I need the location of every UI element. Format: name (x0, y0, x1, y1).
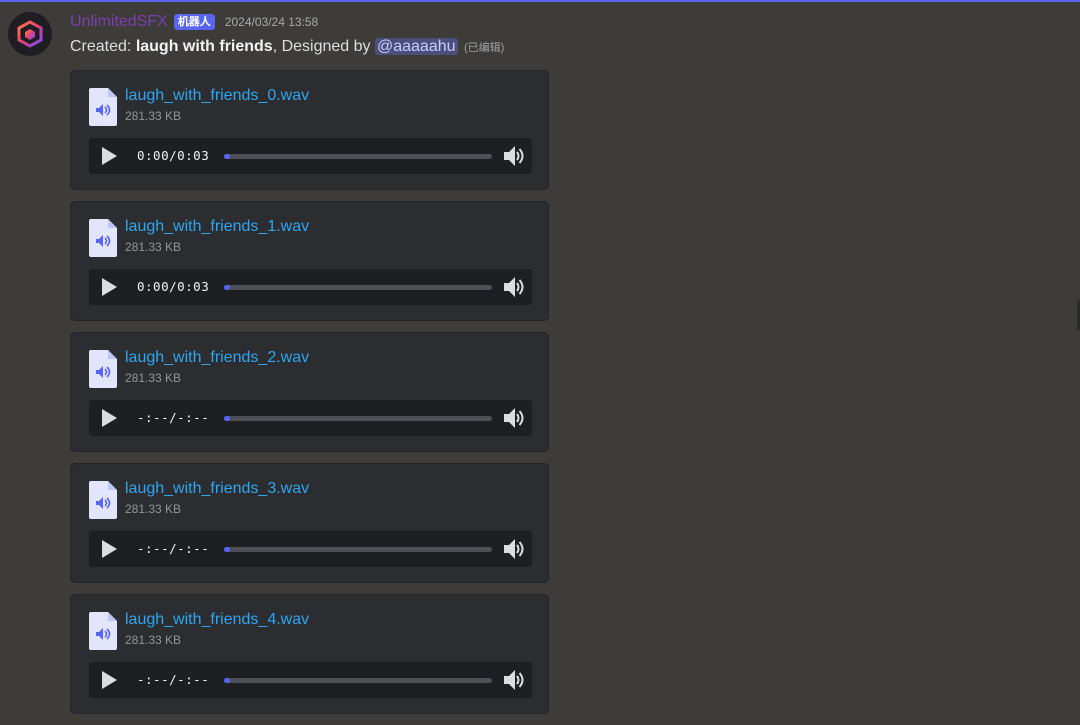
file-size: 281.33 KB (125, 240, 182, 254)
audio-player: -:--/-:-- (89, 662, 532, 698)
play-icon[interactable] (99, 277, 119, 297)
timestamp: 2024/03/24 13:58 (224, 15, 319, 29)
audio-attachment: laugh_with_friends_3.wav 281.33 KB -:--/… (70, 463, 549, 583)
progress-bar[interactable] (224, 678, 492, 683)
volume-icon[interactable] (502, 669, 526, 691)
audio-file-icon (89, 612, 117, 650)
file-size: 281.33 KB (125, 633, 182, 647)
volume-icon[interactable] (502, 276, 526, 298)
username[interactable]: UnlimitedSFX (70, 13, 168, 31)
audio-player: 0:00/0:03 (89, 138, 532, 174)
audio-attachment: laugh_with_friends_2.wav 281.33 KB -:--/… (70, 332, 549, 452)
content-mid: , Designed by (272, 38, 375, 55)
volume-icon[interactable] (502, 407, 526, 429)
file-size: 281.33 KB (125, 371, 182, 385)
playback-time: -:--/-:-- (137, 541, 210, 556)
audio-player: 0:00/0:03 (89, 269, 532, 305)
progress-fill (224, 285, 230, 290)
progress-bar[interactable] (224, 416, 492, 421)
bot-badge: 机器人 (173, 14, 215, 30)
volume-icon[interactable] (502, 538, 526, 560)
progress-fill (224, 678, 230, 683)
file-name-link[interactable]: laugh_with_friends_2.wav (125, 349, 309, 367)
progress-fill (224, 154, 230, 159)
progress-fill (224, 547, 230, 552)
progress-bar[interactable] (224, 154, 492, 159)
audio-player: -:--/-:-- (89, 400, 532, 436)
play-icon[interactable] (99, 670, 119, 690)
content-bold: laugh with friends (135, 38, 273, 55)
progress-bar[interactable] (224, 547, 492, 552)
edited-label: (已编辑) (463, 42, 505, 54)
user-mention[interactable]: @aaaaahu (374, 38, 458, 55)
progress-bar[interactable] (224, 285, 492, 290)
cube-logo-icon (17, 20, 43, 48)
play-icon[interactable] (99, 408, 119, 428)
file-name-link[interactable]: laugh_with_friends_1.wav (125, 218, 309, 236)
file-size: 281.33 KB (125, 502, 182, 516)
audio-player: -:--/-:-- (89, 531, 532, 567)
file-name-link[interactable]: laugh_with_friends_0.wav (125, 87, 309, 105)
audio-attachment: laugh_with_friends_4.wav 281.33 KB -:--/… (70, 594, 549, 714)
audio-file-icon (89, 219, 117, 257)
audio-attachment: laugh_with_friends_0.wav 281.33 KB 0:00/… (70, 70, 549, 190)
playback-time: 0:00/0:03 (137, 279, 210, 294)
play-icon[interactable] (99, 539, 119, 559)
file-name-link[interactable]: laugh_with_friends_4.wav (125, 611, 309, 629)
playback-time: -:--/-:-- (137, 672, 210, 687)
volume-icon[interactable] (502, 145, 526, 167)
file-size: 281.33 KB (125, 109, 182, 123)
content-prefix: Created: (70, 38, 136, 55)
progress-fill (224, 416, 230, 421)
audio-file-icon (89, 88, 117, 126)
playback-time: -:--/-:-- (137, 410, 210, 425)
avatar[interactable] (8, 12, 52, 56)
file-name-link[interactable]: laugh_with_friends_3.wav (125, 480, 309, 498)
audio-attachment: laugh_with_friends_1.wav 281.33 KB 0:00/… (70, 201, 549, 321)
play-icon[interactable] (99, 146, 119, 166)
audio-file-icon (89, 481, 117, 519)
message-content: Created: laugh with friends, Designed by… (70, 36, 504, 59)
attachment-list: laugh_with_friends_0.wav 281.33 KB 0:00/… (70, 70, 551, 725)
playback-time: 0:00/0:03 (137, 148, 210, 163)
previous-message-stub (70, 0, 220, 5)
audio-file-icon (89, 350, 117, 388)
message-header: UnlimitedSFX 机器人 2024/03/24 13:58 (70, 10, 318, 34)
